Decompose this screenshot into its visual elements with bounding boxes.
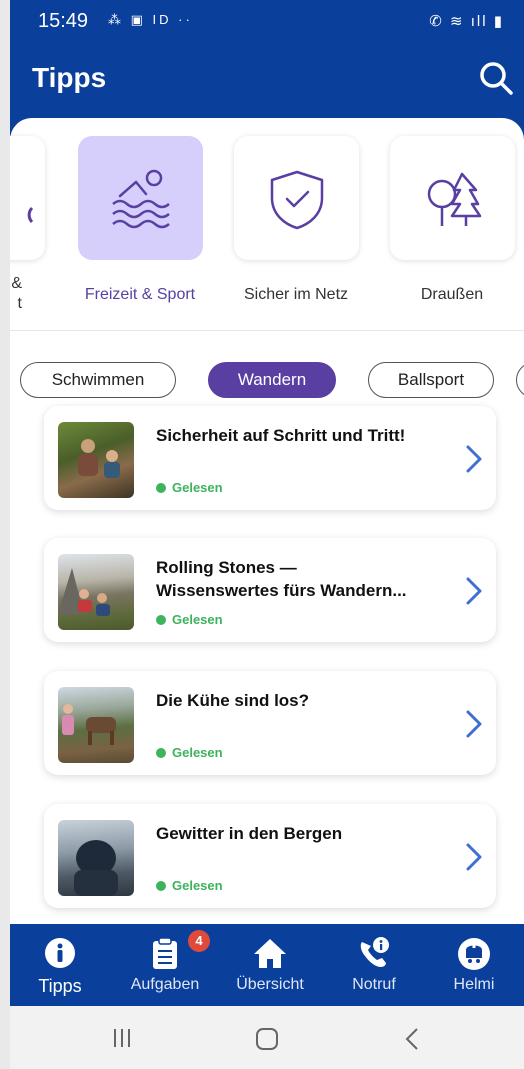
status-dot	[156, 482, 166, 493]
read-status: Gelesen	[156, 745, 223, 760]
read-status: Gelesen	[156, 878, 223, 893]
back-icon[interactable]	[402, 1026, 422, 1052]
status-dot	[156, 614, 166, 625]
nav-helmi[interactable]: Helmi	[424, 924, 524, 1006]
shield-check-icon	[270, 170, 324, 230]
read-status-label: Gelesen	[172, 878, 223, 893]
recent-apps-icon[interactable]	[110, 1026, 134, 1050]
chevron-right-icon	[466, 577, 482, 605]
article-title: Sicherheit auf Schritt und Tritt!	[156, 426, 406, 445]
status-dot	[156, 747, 166, 758]
nav-notruf[interactable]: Notruf	[324, 924, 424, 1006]
status-time: 15:49	[38, 10, 89, 32]
swimming-icon	[112, 169, 170, 229]
category-label-partial: & t	[11, 275, 22, 312]
category-label-sicher-im-netz: Sicher im Netz	[243, 286, 349, 303]
chip-ballsport[interactable]: Ballsport	[368, 362, 494, 398]
read-status-label: Gelesen	[172, 480, 223, 495]
article-card[interactable]: Die Kühe sind los? Gelesen	[44, 671, 496, 775]
trees-icon	[427, 172, 482, 226]
partial-icon	[27, 206, 34, 224]
read-status: Gelesen	[156, 612, 223, 627]
category-tile-freizeit-sport[interactable]	[78, 136, 203, 260]
status-dot	[156, 880, 166, 891]
article-card[interactable]: Sicherheit auf Schritt und Tritt! Gelese…	[44, 406, 496, 510]
info-icon	[45, 938, 75, 968]
search-icon	[480, 62, 513, 95]
article-title: Rolling Stones — Wissenswertes fürs Wand…	[156, 558, 407, 600]
category-label-freizeit-sport: Freizeit & Sport	[84, 286, 196, 303]
system-status-icons: ✆ ≋ ıll ▮	[429, 13, 504, 30]
chevron-right-icon	[466, 445, 482, 473]
notification-icons: ⁂ ▣ ID ··	[108, 12, 193, 27]
chevron-right-icon	[466, 843, 482, 871]
search-button[interactable]	[476, 58, 516, 98]
article-title: Die Kühe sind los?	[156, 691, 310, 710]
read-status-label: Gelesen	[172, 612, 223, 627]
category-tile-partial[interactable]	[10, 136, 45, 260]
nav-label: Tipps	[38, 976, 82, 996]
article-thumbnail	[58, 422, 134, 498]
nav-uebersicht[interactable]: Übersicht	[220, 924, 320, 1006]
read-status-label: Gelesen	[172, 745, 223, 760]
bottom-navigation: Tipps Aufgaben Übersicht Notruf Helmi	[10, 924, 524, 1006]
nav-label: Helmi	[453, 976, 495, 993]
category-tile-sicher-im-netz[interactable]	[234, 136, 359, 260]
nav-label: Aufgaben	[130, 976, 200, 993]
app-screen: 15:49 ⁂ ▣ ID ·· ✆ ≋ ıll ▮ Tipps & t Frei…	[10, 0, 524, 1069]
article-thumbnail	[58, 687, 134, 763]
divider	[10, 330, 524, 331]
chip-schwimmen[interactable]: Schwimmen	[20, 362, 176, 398]
chip-wandern[interactable]: Wandern	[208, 362, 336, 398]
notification-badge: 4	[188, 930, 210, 952]
page-title: Tipps	[32, 62, 107, 93]
system-navigation-bar	[10, 1006, 524, 1069]
article-card[interactable]: Rolling Stones — Wissenswertes fürs Wand…	[44, 538, 496, 642]
clipboard-icon	[153, 937, 177, 969]
article-title: Gewitter in den Bergen	[156, 824, 343, 843]
category-tile-draussen[interactable]	[390, 136, 515, 260]
nav-tipps[interactable]: Tipps	[10, 924, 110, 1006]
helmi-icon	[458, 938, 490, 970]
home-button-icon[interactable]	[254, 1026, 280, 1052]
read-status: Gelesen	[156, 480, 223, 495]
article-thumbnail	[58, 820, 134, 896]
nav-label: Notruf	[352, 976, 396, 993]
chip-label: Ballsport	[397, 370, 465, 389]
chevron-right-icon	[466, 710, 482, 738]
home-icon	[254, 939, 286, 968]
status-bar: 15:49 ⁂ ▣ ID ·· ✆ ≋ ıll ▮	[10, 0, 524, 46]
article-thumbnail	[58, 554, 134, 630]
phone-info-icon	[360, 937, 389, 967]
chip-label: Wandern	[237, 370, 307, 389]
article-card[interactable]: Gewitter in den Bergen Gelesen	[44, 804, 496, 908]
nav-label: Übersicht	[236, 976, 304, 993]
chip-label: Schwimmen	[51, 370, 145, 389]
category-label-draussen: Draußen	[420, 286, 484, 303]
